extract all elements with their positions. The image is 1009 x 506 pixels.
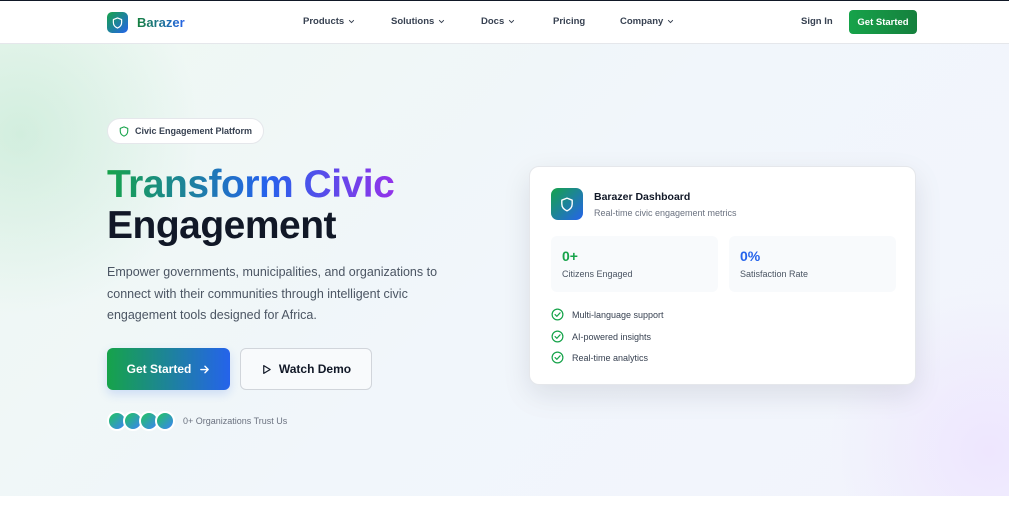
shield-icon [107, 12, 128, 33]
get-started-label: Get Started [126, 362, 192, 376]
brand-logo[interactable]: Barazer [107, 12, 185, 33]
stat-value: 0% [740, 248, 761, 264]
nav-item-pricing[interactable]: Pricing [553, 16, 585, 27]
page-bottom-strip [0, 496, 1009, 506]
trust-indicator: 0+ Organizations Trust Us [107, 411, 287, 431]
play-icon [263, 364, 271, 374]
chevron-down-icon [509, 19, 515, 24]
stat-label: Citizens Engaged [562, 269, 633, 279]
hero-section: Civic Engagement Platform Transform Civi… [0, 44, 1009, 496]
nav-item-label: Company [620, 16, 664, 27]
platform-badge: Civic Engagement Platform [107, 118, 265, 144]
dashboard-subtitle: Real-time civic engagement metrics [594, 208, 737, 218]
avatar [155, 411, 175, 431]
hero-title-dark: Engagement [107, 204, 337, 247]
nav-item-docs[interactable]: Docs [481, 16, 515, 27]
arrow-right-icon [200, 365, 210, 373]
feature-item: Multi-language support [551, 308, 664, 321]
nav-item-solutions[interactable]: Solutions [391, 16, 445, 27]
chevron-down-icon [439, 19, 445, 24]
nav-item-label: Products [303, 16, 345, 27]
get-started-button[interactable]: Get Started [107, 348, 230, 390]
hero-title-gradient: Transform Civic [107, 163, 395, 206]
nav-item-label: Pricing [553, 16, 586, 27]
stat-label: Satisfaction Rate [740, 269, 809, 279]
hero-description: Empower governments, municipalities, and… [107, 265, 438, 322]
dashboard-title: Barazer Dashboard [594, 191, 691, 203]
feature-label: Real-time analytics [572, 352, 649, 363]
stat-citizens-engaged: 0+ Citizens Engaged [551, 236, 718, 292]
check-circle-icon [551, 308, 564, 321]
check-circle-icon [551, 351, 564, 364]
stat-satisfaction-rate: 0% Satisfaction Rate [729, 236, 896, 292]
top-navigation: Barazer Products Solutions Docs Pricing … [0, 1, 1009, 44]
shield-icon [119, 125, 129, 137]
watch-demo-button[interactable]: Watch Demo [240, 348, 372, 390]
hero-title: Transform Civic Engagement [107, 163, 395, 247]
nav-item-label: Solutions [391, 16, 435, 27]
stat-value: 0+ [562, 248, 578, 264]
nav-item-products[interactable]: Products [303, 16, 355, 27]
nav-item-label: Docs [481, 16, 505, 27]
brand-name: Barazer [137, 15, 185, 30]
watch-demo-label: Watch Demo [278, 362, 352, 376]
chevron-down-icon [349, 19, 355, 24]
shield-icon [551, 188, 583, 220]
feature-item: Real-time analytics [551, 351, 648, 364]
chevron-down-icon [668, 19, 674, 24]
feature-label: Multi-language support [572, 309, 664, 320]
nav-item-company[interactable]: Company [620, 16, 674, 27]
sign-in-link[interactable]: Sign In [801, 16, 833, 27]
dashboard-preview-card: Barazer Dashboard Real-time civic engage… [529, 166, 916, 385]
nav-get-started-button[interactable]: Get Started [849, 10, 917, 34]
check-circle-icon [551, 330, 564, 343]
feature-item: AI-powered insights [551, 330, 651, 343]
badge-label: Civic Engagement Platform [135, 126, 253, 136]
feature-label: AI-powered insights [572, 331, 652, 342]
trust-text: 0+ Organizations Trust Us [183, 416, 288, 426]
